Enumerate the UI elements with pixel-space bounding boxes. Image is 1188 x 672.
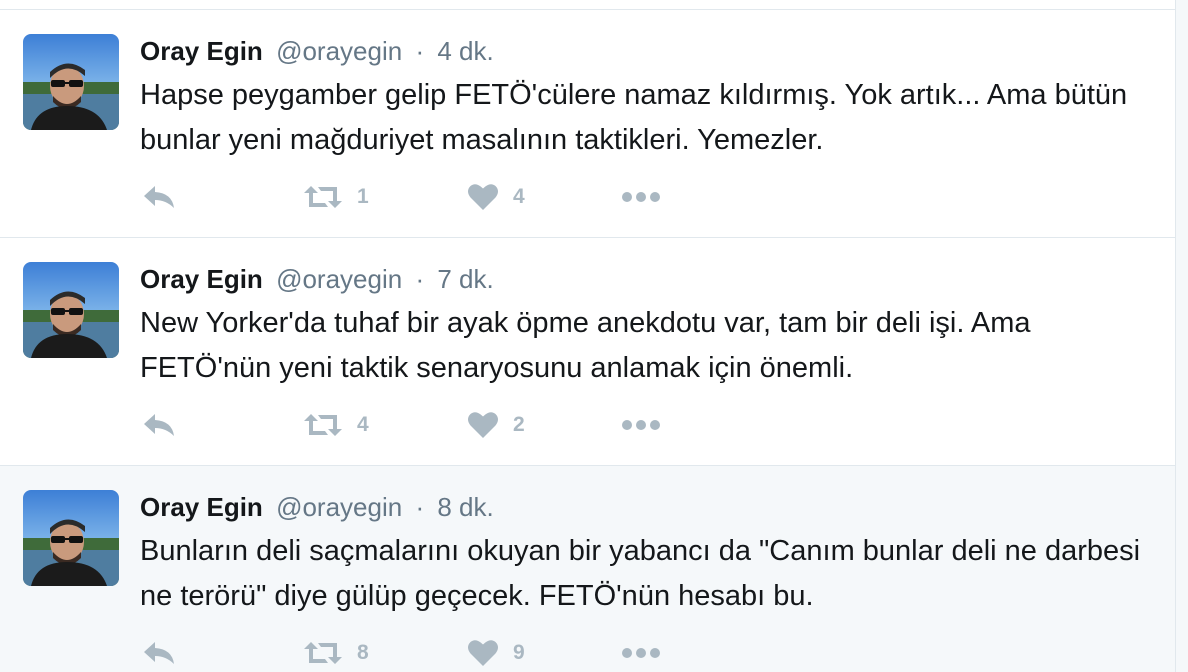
- tweet[interactable]: Oray Egin @orayegin · 4 dk. Hapse peygam…: [0, 10, 1175, 238]
- tweet-text: Hapse peygamber gelip FETÖ'cülere namaz …: [140, 79, 1128, 156]
- author-handle[interactable]: @orayegin: [276, 264, 402, 294]
- timeline: Oray Egin @orayegin · 4 dk. Hapse peygam…: [0, 0, 1176, 672]
- retweet-count: 8: [357, 641, 369, 664]
- retweet-icon: [304, 642, 342, 664]
- tweet-timestamp[interactable]: 8 dk.: [437, 492, 493, 522]
- tweet[interactable]: Oray Egin @orayegin · 8 dk. Bunların del…: [0, 466, 1175, 672]
- tweet-header: Oray Egin @orayegin · 8 dk.: [140, 491, 494, 523]
- more-icon: [622, 420, 660, 430]
- reply-icon: [144, 186, 174, 208]
- retweet-icon: [304, 186, 342, 208]
- reply-button[interactable]: [142, 637, 176, 669]
- like-button[interactable]: 4: [467, 181, 525, 213]
- tweet-header: Oray Egin @orayegin · 4 dk.: [140, 35, 494, 67]
- separator-dot: ·: [415, 492, 425, 522]
- heart-icon: [468, 412, 498, 438]
- like-count: 2: [513, 413, 525, 436]
- retweet-icon: [304, 414, 342, 436]
- tweet-actions: 4 2: [140, 409, 700, 441]
- retweet-button[interactable]: 8: [303, 637, 369, 669]
- more-button[interactable]: [621, 181, 661, 213]
- retweet-count: 4: [357, 413, 369, 436]
- tweet-actions: 8 9: [140, 637, 700, 669]
- reply-button[interactable]: [142, 409, 176, 441]
- avatar[interactable]: [23, 262, 119, 358]
- author-name[interactable]: Oray Egin: [140, 492, 263, 522]
- separator-dot: ·: [415, 36, 425, 66]
- tweet-timestamp[interactable]: 4 dk.: [437, 36, 493, 66]
- tweet-timestamp[interactable]: 7 dk.: [437, 264, 493, 294]
- tweet-text: New Yorker'da tuhaf bir ayak öpme anekdo…: [140, 307, 1031, 384]
- reply-button[interactable]: [142, 181, 176, 213]
- like-count: 9: [513, 641, 525, 664]
- more-icon: [622, 192, 660, 202]
- heart-icon: [468, 184, 498, 210]
- author-name[interactable]: Oray Egin: [140, 36, 263, 66]
- reply-icon: [144, 414, 174, 436]
- tweet[interactable]: Oray Egin @orayegin · 7 dk. New Yorker'd…: [0, 238, 1175, 466]
- more-icon: [622, 648, 660, 658]
- retweet-button[interactable]: 1: [303, 181, 369, 213]
- like-button[interactable]: 2: [467, 409, 525, 441]
- avatar[interactable]: [23, 490, 119, 586]
- author-handle[interactable]: @orayegin: [276, 36, 402, 66]
- author-handle[interactable]: @orayegin: [276, 492, 402, 522]
- avatar[interactable]: [23, 34, 119, 130]
- author-name[interactable]: Oray Egin: [140, 264, 263, 294]
- tweet-actions: 1 4: [140, 181, 700, 213]
- like-count: 4: [513, 185, 525, 208]
- retweet-count: 1: [357, 185, 369, 208]
- like-button[interactable]: 9: [467, 637, 525, 669]
- tweet-header: Oray Egin @orayegin · 7 dk.: [140, 263, 494, 295]
- retweet-button[interactable]: 4: [303, 409, 369, 441]
- more-button[interactable]: [621, 637, 661, 669]
- separator-dot: ·: [415, 264, 425, 294]
- reply-icon: [144, 642, 174, 664]
- tweet-text: Bunların deli saçmalarını okuyan bir yab…: [140, 535, 1141, 612]
- more-button[interactable]: [621, 409, 661, 441]
- heart-icon: [468, 640, 498, 666]
